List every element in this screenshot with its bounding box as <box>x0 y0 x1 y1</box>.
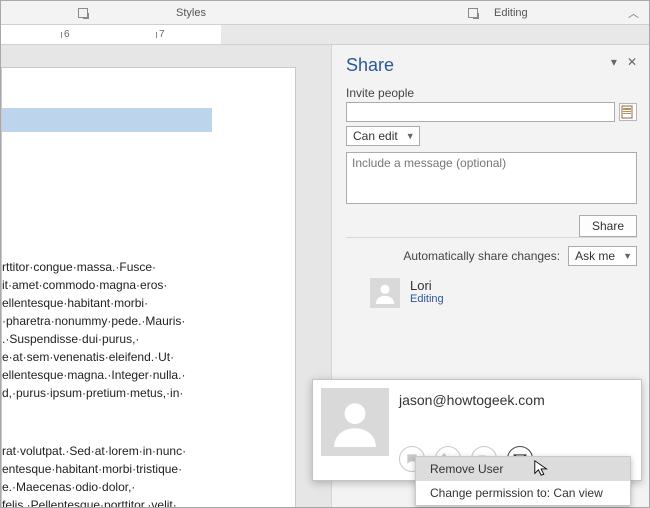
invite-people-input[interactable] <box>346 102 615 122</box>
document-paragraph[interactable]: rat·volutpat.·Sed·at·lorem·in·nunc· ente… <box>2 442 292 507</box>
invite-people-label: Invite people <box>346 86 637 100</box>
ruler-tick: 7 <box>156 25 165 44</box>
permission-dropdown[interactable]: Can edit ▼ <box>346 126 420 146</box>
user-status: Editing <box>410 293 444 305</box>
context-menu-change-permission[interactable]: Change permission to: Can view <box>416 481 630 505</box>
context-menu: Remove User Change permission to: Can vi… <box>415 456 631 506</box>
collapse-ribbon-chevron-icon[interactable]: ︿ <box>556 5 649 21</box>
address-book-icon[interactable] <box>619 103 637 121</box>
context-menu-remove-user[interactable]: Remove User <box>416 457 630 481</box>
paragraph-group-launcher[interactable] <box>1 8 96 18</box>
user-name: Lori <box>410 278 444 293</box>
chevron-down-icon: ▼ <box>406 131 415 141</box>
share-pane: ▾ ✕ Share Invite people Can edit ▼ Share… <box>331 45 649 507</box>
auto-share-dropdown-value: Ask me <box>575 249 615 263</box>
divider <box>346 237 637 238</box>
share-pane-title: Share <box>346 55 637 76</box>
ribbon-bar: Styles Editing ︿ <box>1 1 649 25</box>
horizontal-ruler[interactable]: 6 7 <box>1 25 649 45</box>
text-selection-highlight <box>2 108 212 132</box>
document-area[interactable]: rttitor·congue·massa.·Fusce· it·amet·com… <box>1 45 331 507</box>
avatar-icon <box>321 388 389 456</box>
avatar-icon <box>370 278 400 308</box>
auto-share-dropdown[interactable]: Ask me ▼ <box>568 246 637 266</box>
document-page[interactable]: rttitor·congue·massa.·Fusce· it·amet·com… <box>1 67 296 507</box>
auto-share-label: Automatically share changes: <box>403 249 560 263</box>
editing-group-label: Editing <box>486 7 556 19</box>
chevron-down-icon: ▼ <box>623 251 632 261</box>
styles-group-label: Styles <box>96 7 286 19</box>
pane-close-icon[interactable]: ✕ <box>627 55 637 69</box>
message-textarea[interactable] <box>346 152 637 204</box>
contact-email: jason@howtogeek.com <box>399 392 545 408</box>
share-button[interactable]: Share <box>579 215 637 237</box>
styles-group-launcher[interactable] <box>286 8 486 18</box>
document-paragraph[interactable]: rttitor·congue·massa.·Fusce· it·amet·com… <box>2 258 292 402</box>
permission-dropdown-value: Can edit <box>353 129 398 143</box>
ruler-tick: 6 <box>61 25 70 44</box>
ruler-margin-area <box>221 25 649 44</box>
shared-user-row[interactable]: Lori Editing <box>370 278 637 308</box>
pane-dropdown-icon[interactable]: ▾ <box>611 55 617 69</box>
